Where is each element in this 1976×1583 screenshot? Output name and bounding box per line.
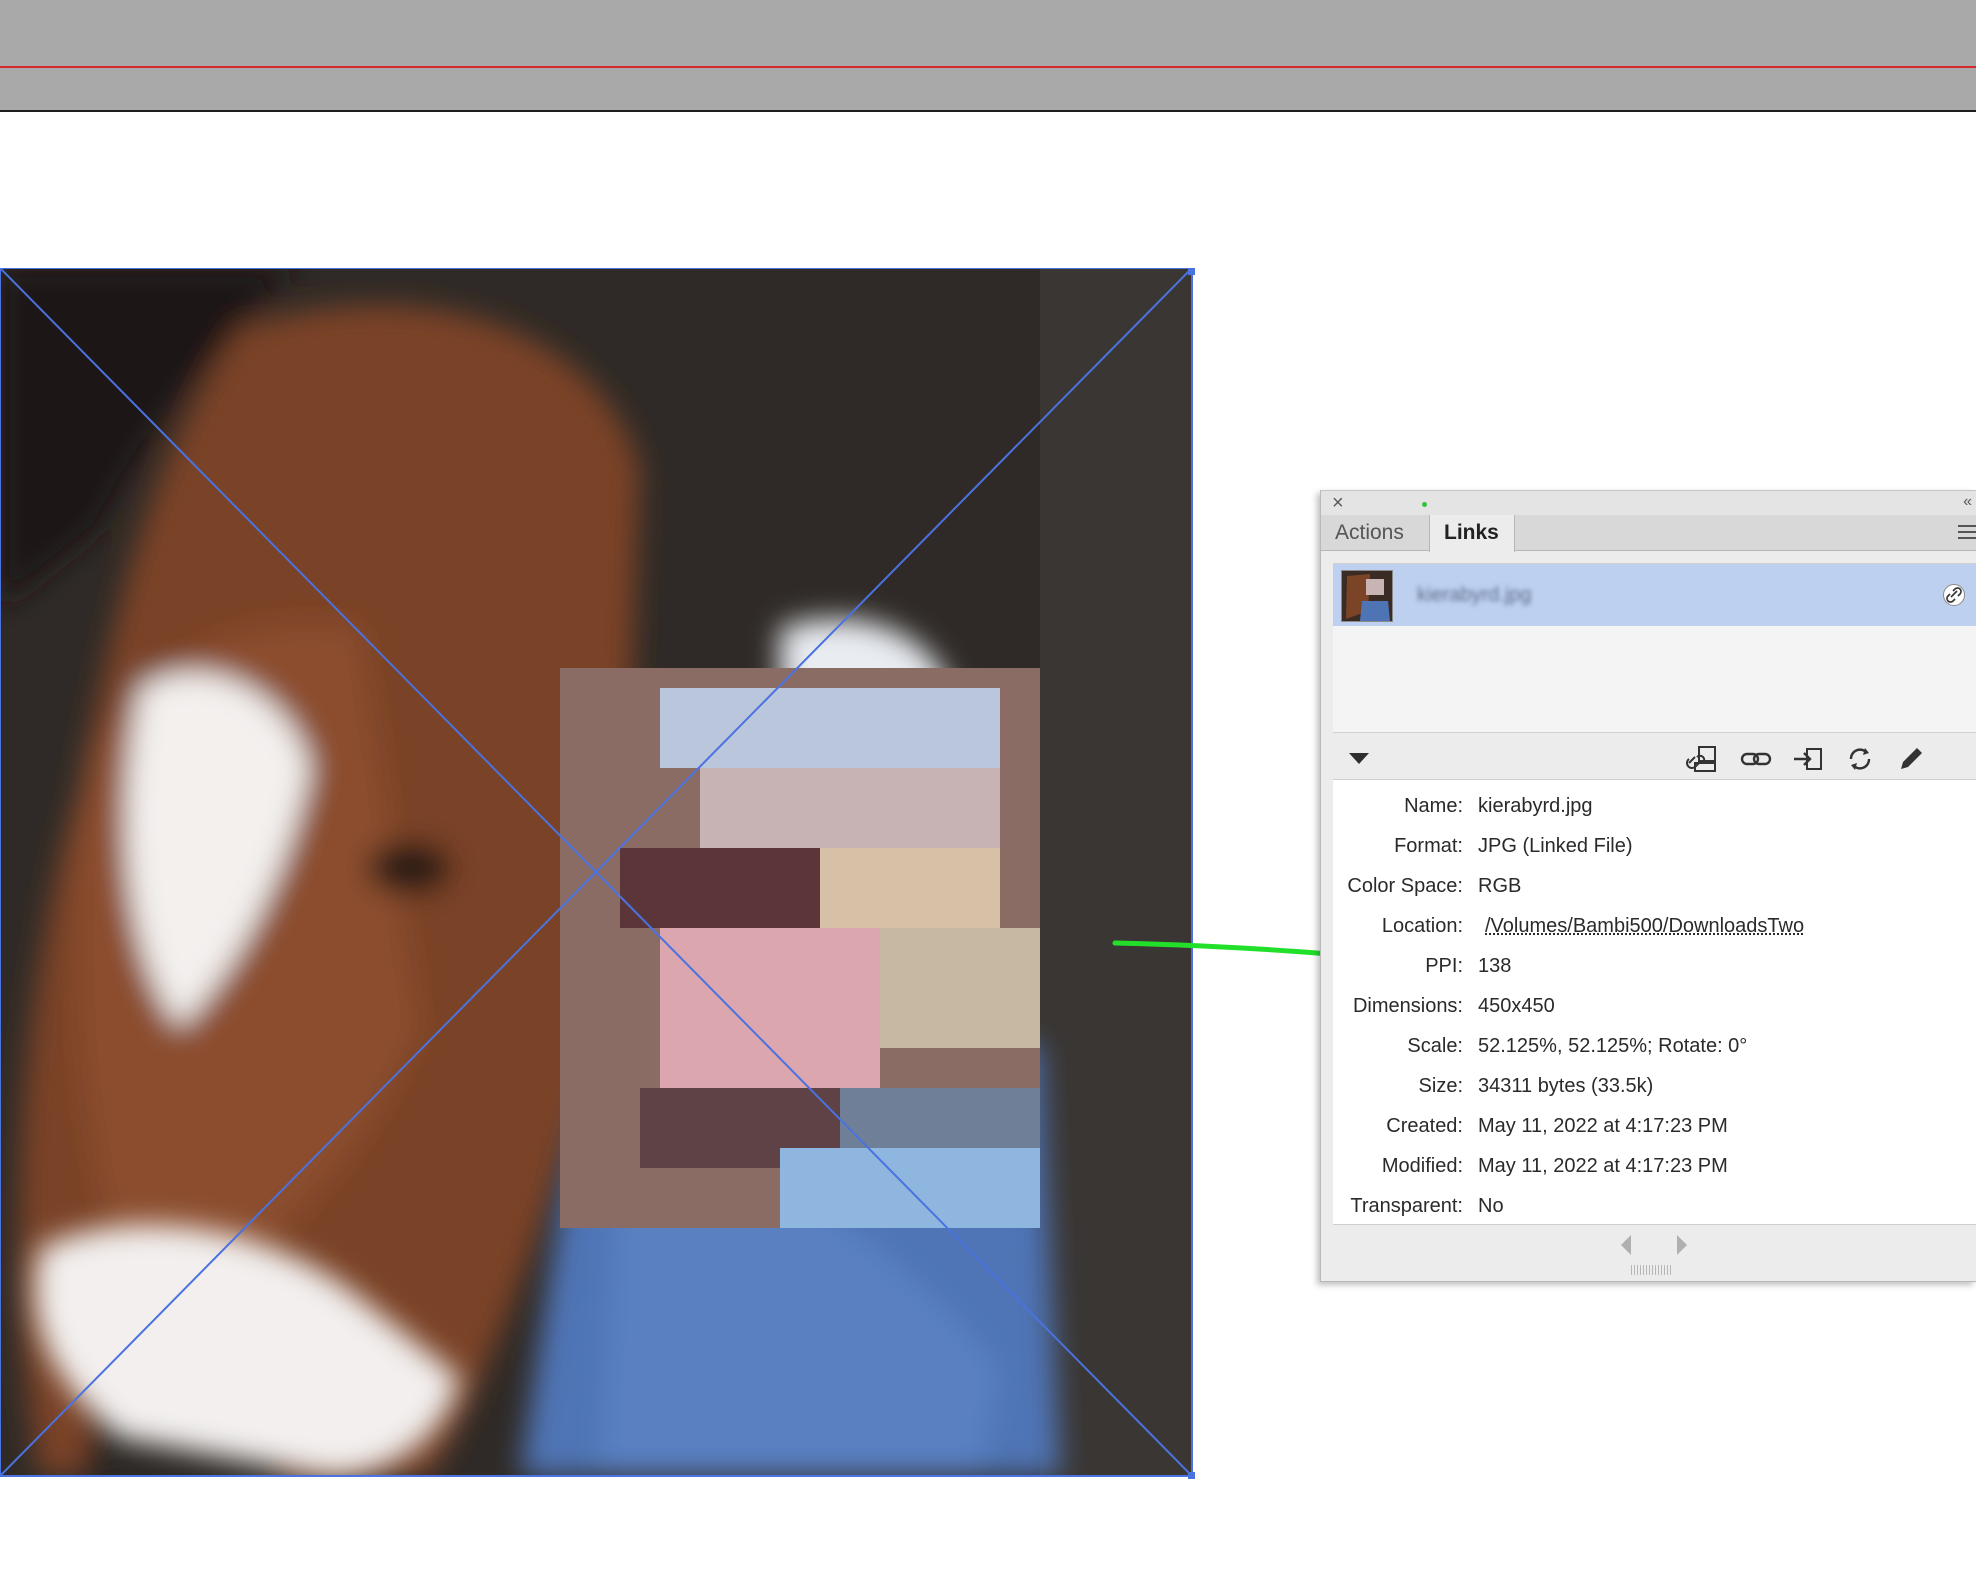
info-value: 450x450 <box>1478 995 1555 1017</box>
chain-link-icon <box>1943 584 1965 606</box>
resize-grip[interactable] <box>1631 1265 1673 1275</box>
location-link[interactable]: /Volumes/Bambi500/DownloadsTwo <box>1485 910 1804 942</box>
info-label: PPI: <box>1425 955 1463 977</box>
pasteboard <box>0 0 1976 112</box>
info-value: 34311 bytes (33.5k) <box>1478 1075 1654 1097</box>
relink-button[interactable] <box>1739 745 1773 773</box>
info-row-created: Created: May 11, 2022 at 4:17:23 PM <box>1333 1110 1976 1142</box>
info-label: Scale: <box>1407 1035 1463 1057</box>
info-row-scale: Scale: 52.125%, 52.125%; Rotate: 0° <box>1333 1030 1976 1062</box>
margin-guide <box>0 66 1976 68</box>
link-thumbnail <box>1341 570 1393 622</box>
info-label: Location: <box>1381 915 1463 937</box>
placed-photo <box>0 268 1192 1476</box>
panel-tabs: Actions Links <box>1321 515 1976 552</box>
info-label: Modified: <box>1381 1155 1463 1177</box>
link-filename: kierabyrd.jpg <box>1417 584 1532 606</box>
info-row-size: Size: 34311 bytes (33.5k) <box>1333 1070 1976 1102</box>
chain-link-icon <box>1740 752 1772 766</box>
info-row-format: Format: JPG (Linked File) <box>1333 830 1976 862</box>
placed-image-frame[interactable] <box>0 268 1192 1476</box>
info-label: Name: <box>1404 795 1463 817</box>
arrow-left-icon[interactable] <box>1621 1235 1631 1255</box>
pixelated-face-region <box>560 668 1040 1228</box>
info-row-location: Location: /Volumes/Bambi500/DownloadsTwo <box>1333 910 1976 942</box>
info-label: Dimensions: <box>1352 995 1463 1017</box>
info-row-dimensions: Dimensions: 450x450 <box>1333 990 1976 1022</box>
pencil-icon <box>1901 748 1922 769</box>
info-value: 138 <box>1478 955 1512 977</box>
edit-original-button[interactable] <box>1893 745 1927 773</box>
relink-cc-library-button[interactable] <box>1685 745 1719 773</box>
info-value: RGB <box>1478 875 1522 897</box>
info-label: Format: <box>1394 835 1463 857</box>
links-list: kierabyrd.jpg <box>1333 563 1976 733</box>
info-value: May 11, 2022 at 4:17:23 PM <box>1478 1115 1728 1137</box>
link-info-area: Name: kierabyrd.jpg Format: JPG (Linked … <box>1333 779 1976 1225</box>
status-dot <box>1422 502 1427 507</box>
hamburger-menu-icon[interactable] <box>1958 525 1976 541</box>
update-link-button[interactable] <box>1843 745 1877 773</box>
tab-actions[interactable]: Actions <box>1321 515 1429 551</box>
relink-cc-library-icon <box>1686 746 1716 772</box>
info-row-name: Name: kierabyrd.jpg <box>1333 790 1976 822</box>
info-row-transparent: Transparent: No <box>1333 1190 1976 1222</box>
links-panel: × « Actions Links kierabyrd.jpg Name: ki… <box>1320 490 1976 1282</box>
tab-links[interactable]: Links <box>1429 515 1515 552</box>
close-icon[interactable]: × <box>1332 493 1344 513</box>
info-label: Color Space: <box>1347 875 1463 897</box>
info-value: kierabyrd.jpg <box>1478 795 1593 817</box>
update-link-icon <box>1849 748 1871 770</box>
arrow-right-icon[interactable] <box>1677 1235 1687 1255</box>
go-to-link-icon <box>1794 748 1822 770</box>
info-value: May 11, 2022 at 4:17:23 PM <box>1478 1155 1728 1177</box>
panel-footer <box>1321 1223 1976 1283</box>
info-label: Size: <box>1418 1075 1463 1097</box>
info-value: 52.125%, 52.125%; Rotate: 0° <box>1478 1035 1748 1057</box>
triangle-down-icon[interactable] <box>1349 753 1369 764</box>
list-item[interactable]: kierabyrd.jpg <box>1333 564 1976 626</box>
info-row-ppi: PPI: 138 <box>1333 950 1976 982</box>
double-chevron-left-icon[interactable]: « <box>1963 494 1972 510</box>
info-label: Created: <box>1386 1115 1463 1137</box>
info-row-modified: Modified: May 11, 2022 at 4:17:23 PM <box>1333 1150 1976 1182</box>
go-to-link-button[interactable] <box>1791 745 1825 773</box>
info-label: Transparent: <box>1350 1195 1463 1217</box>
info-value: JPG (Linked File) <box>1478 835 1633 857</box>
links-toolbar <box>1321 739 1976 779</box>
indesign-document-window: × « Actions Links kierabyrd.jpg Name: ki… <box>0 0 1976 1583</box>
info-row-color-space: Color Space: RGB <box>1333 870 1976 902</box>
info-value: No <box>1478 1195 1504 1217</box>
panel-titlebar[interactable]: × « <box>1321 491 1976 515</box>
